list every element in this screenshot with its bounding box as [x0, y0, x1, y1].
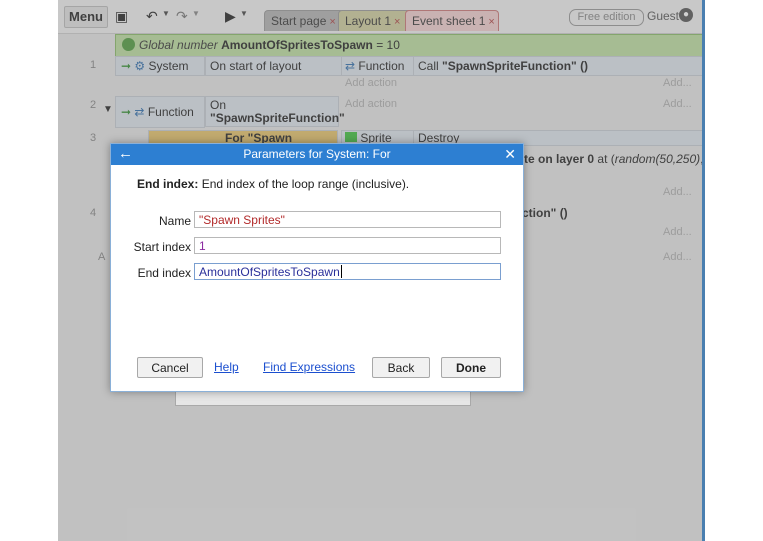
end-index-label: End index [137, 266, 191, 280]
text-caret [340, 265, 342, 278]
start-index-value: 1 [199, 239, 206, 253]
parameter-help: End index: End index of the loop range (… [137, 177, 409, 191]
dialog-title-bar: ← Parameters for System: For ✕ [111, 144, 523, 165]
cancel-button[interactable]: Cancel [137, 357, 203, 378]
done-button[interactable]: Done [441, 357, 501, 378]
find-expressions-link[interactable]: Find Expressions [263, 360, 355, 374]
name-value: "Spawn Sprites" [199, 213, 285, 227]
end-index-field[interactable]: AmountOfSpritesToSpawn [194, 263, 501, 280]
name-field[interactable]: "Spawn Sprites" [194, 211, 501, 228]
help-text: End index of the loop range (inclusive). [201, 177, 410, 191]
back-button[interactable]: Back [372, 357, 430, 378]
dialog-title: Parameters for System: For [243, 147, 391, 161]
help-label: End index: [137, 177, 199, 191]
name-label: Name [158, 214, 191, 228]
parameters-dialog: ← Parameters for System: For ✕ End index… [110, 143, 524, 392]
start-index-field[interactable]: 1 [194, 237, 501, 254]
end-index-value: AmountOfSpritesToSpawn [199, 265, 340, 279]
arrow-left-icon[interactable]: ← [118, 144, 133, 164]
help-link[interactable]: Help [214, 360, 239, 374]
close-icon[interactable]: ✕ [504, 144, 516, 165]
window-edge [702, 0, 705, 541]
start-index-label: Start index [133, 240, 191, 254]
